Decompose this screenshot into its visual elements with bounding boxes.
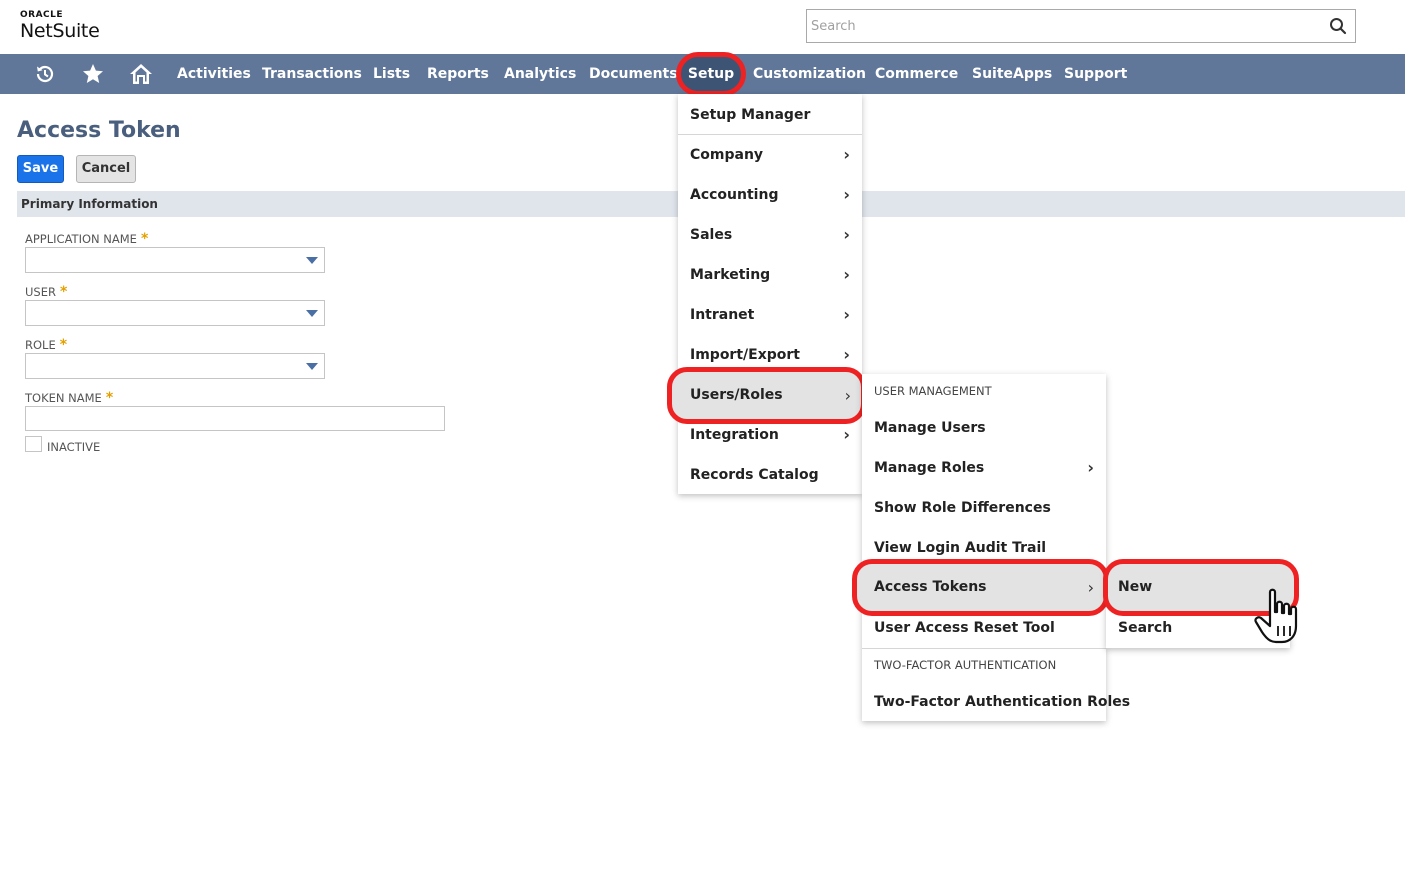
menu-label: View Login Audit Trail	[874, 540, 1047, 556]
menu-label: Sales	[690, 227, 733, 243]
role-label: ROLE *	[25, 337, 67, 353]
nav-activities[interactable]: Activities	[177, 54, 251, 94]
application-name-select[interactable]	[25, 247, 325, 273]
menu-label: Two-Factor Authentication Roles	[874, 694, 1131, 710]
nav-transactions[interactable]: Transactions	[262, 54, 362, 94]
role-select[interactable]	[25, 353, 325, 379]
menu-heading-user-management: USER MANAGEMENT	[874, 384, 992, 398]
logo-netsuite-text: NetSuite	[20, 20, 100, 42]
token-name-input[interactable]	[25, 406, 445, 431]
menu-label: Integration	[690, 427, 779, 443]
home-icon[interactable]	[129, 62, 153, 86]
menu-heading-two-factor: TWO-FACTOR AUTHENTICATION	[874, 658, 1057, 672]
menu-label: Accounting	[690, 187, 779, 203]
menu-records-catalog[interactable]: Records Catalog	[678, 455, 862, 495]
application-name-label: APPLICATION NAME *	[25, 231, 148, 247]
menu-manage-roles[interactable]: Manage Roles ›	[862, 448, 1106, 488]
chevron-right-icon: ›	[844, 386, 851, 405]
menu-setup-manager[interactable]: Setup Manager	[678, 95, 862, 135]
chevron-right-icon: ›	[843, 145, 850, 164]
menu-label: Manage Users	[874, 420, 986, 436]
users-roles-submenu: USER MANAGEMENT Manage Users Manage Role…	[862, 374, 1130, 722]
menu-intranet[interactable]: Intranet ›	[678, 295, 862, 335]
inactive-label: INACTIVE	[47, 440, 101, 454]
menu-accounting[interactable]: Accounting ›	[678, 175, 862, 215]
menu-label: Intranet	[690, 307, 755, 323]
hand-cursor-icon	[1254, 588, 1298, 644]
chevron-right-icon: ›	[843, 225, 850, 244]
menu-users-roles[interactable]: Users/Roles ›	[667, 367, 866, 424]
required-mark: *	[105, 390, 114, 406]
menu-label: Records Catalog	[690, 467, 819, 483]
nav-lists[interactable]: Lists	[373, 54, 410, 94]
menu-manage-users[interactable]: Manage Users	[862, 408, 1106, 448]
menu-label: Setup Manager	[690, 107, 811, 123]
menu-label: User Access Reset Tool	[874, 620, 1055, 636]
menu-company[interactable]: Company ›	[678, 135, 862, 175]
user-text: USER	[25, 285, 56, 299]
netsuite-logo[interactable]: ORACLE NetSuite	[20, 10, 100, 42]
dropdown-arrow-icon[interactable]	[306, 257, 318, 264]
menu-label: Import/Export	[690, 347, 800, 363]
required-mark: *	[59, 337, 68, 353]
chevron-right-icon: ›	[1087, 458, 1094, 477]
save-button[interactable]: Save	[17, 155, 64, 183]
menu-label: Search	[1118, 620, 1173, 636]
menu-label: Marketing	[690, 267, 771, 283]
required-mark: *	[140, 231, 149, 247]
nav-setup-label: Setup	[687, 66, 735, 82]
page-title: Access Token	[17, 118, 181, 143]
setup-menu: Setup Manager Company › Accounting › Sales…	[678, 94, 862, 494]
menu-two-factor-roles[interactable]: Two-Factor Authentication Roles	[862, 682, 1130, 722]
inactive-checkbox[interactable]	[25, 436, 42, 452]
search-input[interactable]	[807, 10, 1307, 42]
nav-support[interactable]: Support	[1064, 54, 1127, 94]
recent-icon[interactable]	[33, 62, 57, 86]
nav-analytics[interactable]: Analytics	[504, 54, 576, 94]
token-name-label: TOKEN NAME *	[25, 390, 113, 406]
nav-commerce[interactable]: Commerce	[875, 54, 958, 94]
dropdown-arrow-icon[interactable]	[306, 363, 318, 370]
user-label: USER *	[25, 284, 67, 300]
menu-access-tokens[interactable]: Access Tokens ›	[852, 559, 1109, 616]
chevron-right-icon: ›	[843, 305, 850, 324]
menu-label: Manage Roles	[874, 460, 985, 476]
application-name-text: APPLICATION NAME	[25, 232, 137, 246]
menu-label: Users/Roles	[690, 387, 783, 403]
token-name-text: TOKEN NAME	[25, 391, 102, 405]
nav-reports[interactable]: Reports	[427, 54, 489, 94]
nav-documents[interactable]: Documents	[589, 54, 678, 94]
menu-sales[interactable]: Sales ›	[678, 215, 862, 255]
chevron-right-icon: ›	[843, 265, 850, 284]
menu-label: New	[1118, 579, 1153, 595]
user-select[interactable]	[25, 300, 325, 326]
menu-label: Access Tokens	[874, 579, 987, 595]
role-text: ROLE	[25, 338, 56, 352]
menu-marketing[interactable]: Marketing ›	[678, 255, 862, 295]
global-search	[806, 9, 1356, 43]
menu-divider	[862, 648, 1106, 649]
menu-show-role-differences[interactable]: Show Role Differences	[862, 488, 1106, 528]
chevron-right-icon: ›	[843, 185, 850, 204]
required-mark: *	[59, 284, 68, 300]
nav-setup[interactable]: Setup	[676, 52, 746, 96]
search-icon[interactable]	[1329, 17, 1347, 35]
dropdown-arrow-icon[interactable]	[306, 310, 318, 317]
nav-suiteapps[interactable]: SuiteApps	[972, 54, 1052, 94]
cancel-button[interactable]: Cancel	[76, 155, 136, 183]
menu-label: Show Role Differences	[874, 500, 1051, 516]
chevron-right-icon: ›	[1087, 578, 1094, 597]
menu-label: Company	[690, 147, 764, 163]
nav-customization[interactable]: Customization	[753, 54, 866, 94]
logo-oracle-text: ORACLE	[20, 10, 64, 20]
star-icon[interactable]	[81, 62, 105, 86]
